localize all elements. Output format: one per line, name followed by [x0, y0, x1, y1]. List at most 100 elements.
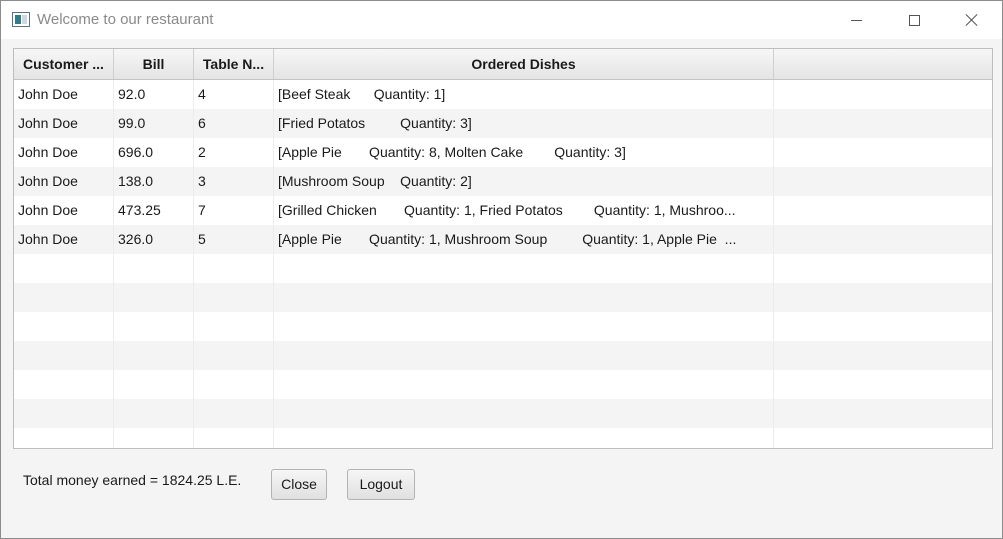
minimize-button[interactable] [833, 1, 879, 39]
bill-cell [114, 341, 194, 370]
table-row[interactable] [14, 370, 992, 399]
ordered-dishes-cell: [Fried Potatos Quantity: 3] [274, 109, 774, 138]
app-window: Welcome to our restaurant Customer ... B… [0, 0, 1003, 539]
column-header-ordered-dishes[interactable]: Ordered Dishes [274, 49, 774, 79]
customer-cell [14, 283, 114, 312]
ordered-dishes-cell: [Grilled Chicken Quantity: 1, Fried Pota… [274, 196, 774, 225]
ordered-dishes-cell [274, 341, 774, 370]
table-number-cell: 2 [194, 138, 274, 167]
customer-cell: John Doe [14, 109, 114, 138]
table-number-cell: 7 [194, 196, 274, 225]
window-close-button[interactable] [949, 1, 995, 39]
filler-cell [774, 312, 992, 341]
table-row[interactable] [14, 428, 992, 448]
bill-cell: 138.0 [114, 167, 194, 196]
customer-cell: John Doe [14, 167, 114, 196]
close-button[interactable]: Close [271, 469, 327, 500]
table-row[interactable]: John Doe 696.0 2 [Apple Pie Quantity: 8, Mo… [14, 138, 992, 167]
filler-cell [774, 167, 992, 196]
filler-cell [774, 225, 992, 254]
bill-cell: 326.0 [114, 225, 194, 254]
filler-cell [774, 283, 992, 312]
maximize-icon [908, 14, 920, 26]
ordered-dishes-cell: [Beef Steak Quantity: 1] [274, 80, 774, 109]
filler-cell [774, 109, 992, 138]
table-row[interactable] [14, 341, 992, 370]
table-row[interactable] [14, 399, 992, 428]
ordered-dishes-cell [274, 428, 774, 448]
filler-cell [774, 341, 992, 370]
table-number-cell [194, 312, 274, 341]
ordered-dishes-cell: [Apple Pie Quantity: 1, Mushroom Soup Qu… [274, 225, 774, 254]
ordered-dishes-cell [274, 283, 774, 312]
customer-cell: John Doe [14, 196, 114, 225]
customer-cell [14, 341, 114, 370]
customer-cell: John Doe [14, 138, 114, 167]
ordered-dishes-cell [274, 399, 774, 428]
table-number-cell: 4 [194, 80, 274, 109]
table-body: John Doe 92.0 4 [Beef Steak Quantity: 1] Joh… [14, 80, 992, 448]
bill-cell [114, 428, 194, 448]
table-row[interactable]: John Doe 326.0 5 [Apple Pie Quantity: 1, Mu… [14, 225, 992, 254]
footer: Total money earned = 1824.25 L.E. Close … [1, 449, 1002, 538]
column-header-table-number[interactable]: Table N... [194, 49, 274, 79]
column-header-filler [774, 49, 992, 79]
table-number-cell [194, 283, 274, 312]
ordered-dishes-cell [274, 370, 774, 399]
bill-cell [114, 370, 194, 399]
bill-cell [114, 283, 194, 312]
bill-cell [114, 399, 194, 428]
logout-button[interactable]: Logout [347, 469, 415, 500]
table-number-cell [194, 254, 274, 283]
filler-cell [774, 428, 992, 448]
bill-cell [114, 312, 194, 341]
filler-cell [774, 370, 992, 399]
customer-cell: John Doe [14, 225, 114, 254]
filler-cell [774, 254, 992, 283]
total-earned-label: Total money earned = 1824.25 L.E. [23, 472, 242, 488]
table-row[interactable]: John Doe 92.0 4 [Beef Steak Quantity: 1] [14, 80, 992, 109]
table-row[interactable]: John Doe 138.0 3 [Mushroom Soup Quantity: 2… [14, 167, 992, 196]
bill-cell: 92.0 [114, 80, 194, 109]
title-bar[interactable]: Welcome to our restaurant [1, 1, 1002, 39]
customer-cell: John Doe [14, 80, 114, 109]
column-header-bill[interactable]: Bill [114, 49, 194, 79]
close-icon [965, 13, 979, 27]
table-number-cell [194, 370, 274, 399]
ordered-dishes-cell: [Mushroom Soup Quantity: 2] [274, 167, 774, 196]
customer-cell [14, 254, 114, 283]
customer-cell [14, 312, 114, 341]
bill-cell: 696.0 [114, 138, 194, 167]
table-number-cell: 5 [194, 225, 274, 254]
table-row[interactable]: John Doe 473.25 7 [Grilled Chicken Quantity… [14, 196, 992, 225]
table-number-cell: 6 [194, 109, 274, 138]
ordered-dishes-cell [274, 254, 774, 283]
customer-cell [14, 428, 114, 448]
maximize-button[interactable] [891, 1, 937, 39]
minimize-icon [850, 19, 862, 21]
app-icon [12, 12, 30, 27]
bill-cell [114, 254, 194, 283]
table-number-cell [194, 341, 274, 370]
table-row[interactable] [14, 312, 992, 341]
table-number-cell [194, 428, 274, 448]
table-row[interactable] [14, 254, 992, 283]
window-title: Welcome to our restaurant [37, 11, 214, 28]
column-header-customer[interactable]: Customer ... [14, 49, 114, 79]
filler-cell [774, 399, 992, 428]
orders-table[interactable]: Customer ... Bill Table N... Ordered Dis… [13, 48, 993, 449]
bill-cell: 473.25 [114, 196, 194, 225]
table-number-cell [194, 399, 274, 428]
filler-cell [774, 138, 992, 167]
filler-cell [774, 80, 992, 109]
ordered-dishes-cell [274, 312, 774, 341]
table-number-cell: 3 [194, 167, 274, 196]
filler-cell [774, 196, 992, 225]
table-row[interactable]: John Doe 99.0 6 [Fried Potatos Quantity: 3] [14, 109, 992, 138]
customer-cell [14, 370, 114, 399]
table-header: Customer ... Bill Table N... Ordered Dis… [14, 49, 992, 80]
ordered-dishes-cell: [Apple Pie Quantity: 8, Molten Cake Quan… [274, 138, 774, 167]
customer-cell [14, 399, 114, 428]
table-row[interactable] [14, 283, 992, 312]
bill-cell: 99.0 [114, 109, 194, 138]
